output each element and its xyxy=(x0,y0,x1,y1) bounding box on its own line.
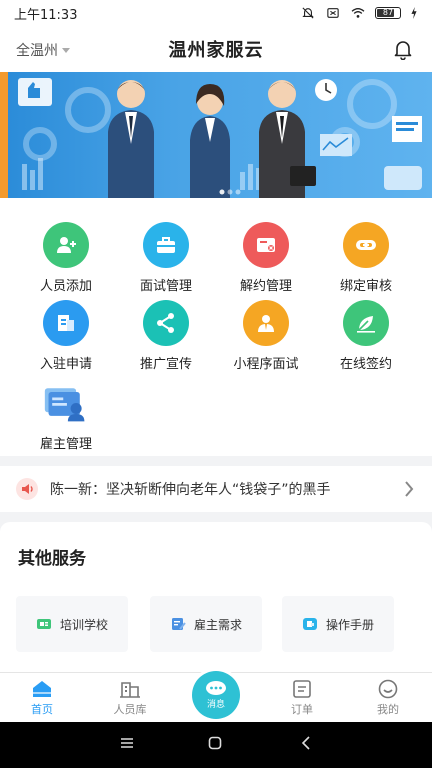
region-selector[interactable]: 全温州 xyxy=(16,40,70,60)
menu-label: 雇主管理 xyxy=(39,437,92,452)
banner-side-tab xyxy=(0,72,8,198)
service-label: 操作手册 xyxy=(325,617,374,632)
service-label: 雇主需求 xyxy=(193,617,242,632)
menu-label: 在线签约 xyxy=(339,357,392,372)
app-screen: 上午11:33 87 全温州 温州家服云 人员添加 面试管理 解约管理 绑定审核… xyxy=(0,0,432,768)
menu-item-interview[interactable]: 面试管理 xyxy=(116,222,216,296)
service-training-school[interactable]: 培训学校 xyxy=(16,596,128,652)
chevron-right-icon[interactable] xyxy=(404,480,414,498)
tab-orders[interactable]: 订单 xyxy=(272,679,332,717)
promo-banner[interactable] xyxy=(0,72,432,198)
status-bar: 上午11:33 87 xyxy=(0,0,432,26)
region-label: 全温州 xyxy=(16,43,58,59)
menu-item-employer-manage[interactable]: 雇主管理 xyxy=(16,380,116,454)
battery-icon: 87 xyxy=(375,7,401,19)
wifi-icon xyxy=(351,8,365,18)
service-label: 培训学校 xyxy=(59,617,108,632)
pen-leaf-icon xyxy=(343,300,389,346)
interview-icon xyxy=(243,300,289,346)
menu-item-person-add[interactable]: 人员添加 xyxy=(16,222,116,296)
news-ticker[interactable]: 陈一新：坚决斩断伸向老年人“钱袋子”的黑手 xyxy=(0,466,432,512)
menu-icon[interactable] xyxy=(120,736,134,750)
tab-label: 人员库 xyxy=(113,703,147,716)
back-icon[interactable] xyxy=(300,736,314,750)
manual-icon xyxy=(302,618,317,630)
app-header: 全温州 温州家服云 xyxy=(0,26,432,72)
tab-label: 消息 xyxy=(206,700,225,710)
share-icon xyxy=(143,300,189,346)
bottom-tab-bar: 首页 人员库 消息 订单 我的 xyxy=(0,671,432,722)
menu-item-binding-review[interactable]: 绑定审核 xyxy=(316,222,416,296)
banner-illustration xyxy=(18,78,422,198)
chevron-down-icon xyxy=(62,47,70,53)
menu-label: 入驻申请 xyxy=(39,357,92,372)
building-icon xyxy=(120,682,140,698)
menu-item-online-sign[interactable]: 在线签约 xyxy=(316,300,416,374)
school-icon xyxy=(36,619,51,629)
tab-messages[interactable]: 消息 xyxy=(192,671,240,719)
menu-label: 人员添加 xyxy=(39,279,92,294)
sim-icon xyxy=(327,8,339,18)
menu-label: 面试管理 xyxy=(139,279,192,294)
status-time: 上午11:33 xyxy=(14,7,78,23)
battery-level: 87 xyxy=(382,8,394,17)
employer-icon xyxy=(43,380,89,426)
link-icon xyxy=(343,222,389,268)
menu-label: 解约管理 xyxy=(239,279,292,294)
tab-label: 首页 xyxy=(31,703,53,716)
service-operation-manual[interactable]: 操作手册 xyxy=(282,596,394,652)
status-icons: 87 xyxy=(300,7,418,19)
document-icon xyxy=(43,300,89,346)
tab-personnel[interactable]: 人员库 xyxy=(100,679,160,717)
other-services-section: 其他服务 培训学校 雇主需求 操作手册 xyxy=(0,522,432,672)
menu-label: 推广宣传 xyxy=(139,357,192,372)
briefcase-icon xyxy=(143,222,189,268)
news-text: 陈一新：坚决斩断伸向老年人“钱袋子”的黑手 xyxy=(50,482,331,498)
system-nav-bar xyxy=(0,722,432,768)
tab-label: 我的 xyxy=(377,703,399,716)
tab-home[interactable]: 首页 xyxy=(12,679,72,717)
menu-item-promotion[interactable]: 推广宣传 xyxy=(116,300,216,374)
contract-cancel-icon xyxy=(243,222,289,268)
charging-icon xyxy=(411,7,417,19)
order-icon xyxy=(293,680,311,698)
service-employer-demand[interactable]: 雇主需求 xyxy=(150,596,262,652)
tab-profile[interactable]: 我的 xyxy=(358,679,418,717)
menu-item-termination[interactable]: 解约管理 xyxy=(216,222,316,296)
edit-note-icon xyxy=(171,618,186,630)
menu-label: 小程序面试 xyxy=(233,357,299,372)
menu-label: 绑定审核 xyxy=(339,279,392,294)
home-square-icon[interactable] xyxy=(208,736,222,750)
smiley-icon xyxy=(378,679,398,699)
tab-label: 订单 xyxy=(291,703,313,716)
speaker-icon xyxy=(16,478,38,500)
bell-icon[interactable] xyxy=(392,38,414,60)
person-add-icon xyxy=(43,222,89,268)
function-menu: 人员添加 面试管理 解约管理 绑定审核 入驻申请 推广宣传 小程序面试 在线签约… xyxy=(0,198,432,456)
mute-bell-icon xyxy=(302,7,314,19)
page-title: 温州家服云 xyxy=(168,40,264,61)
message-icon xyxy=(206,681,226,695)
menu-item-settle-apply[interactable]: 入驻申请 xyxy=(16,300,116,374)
home-icon xyxy=(33,681,51,697)
menu-item-miniapp-interview[interactable]: 小程序面试 xyxy=(216,300,316,374)
section-title: 其他服务 xyxy=(18,549,86,569)
